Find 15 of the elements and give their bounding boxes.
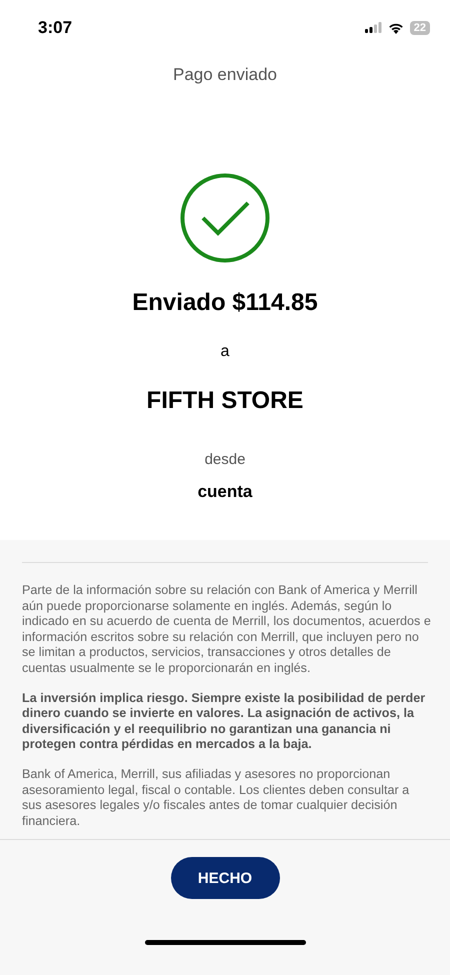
to-label: a [220,343,230,361]
wifi-icon [388,22,404,34]
disclosure-text: Parte de la información sobre su relación con Bank of America y Merrill aún puede proporcionarse solamente en inglés. Además, según lo indicado en su acuerdo de cuenta de Merrill, los documentos, acuerdos e información escritos sobre su relación con Merrill, que incluyen pero no se limitan a productos, servicios, transacciones y otros detalles de cuentas usualmente se le proporcionarán en inglés. [22,583,432,677]
done-button[interactable]: HECHO [170,857,280,899]
recipient-name: FIFTH STORE [146,387,304,415]
battery-indicator: 22 [410,20,430,34]
disclosure-text: La inversión implica riesgo. Siempre existe la posibilidad de perder dinero cuando se invierte en valores. La asignación de activos, la diversificación y el reequilibrio no garantizan una ganancia ni protegen contra pérdidas en mercados a la baja. [22,690,426,753]
status-time: 3:07 [38,18,72,38]
screen-title: Pago enviado [173,65,277,85]
signal-icon [364,22,382,33]
disclosure-text: Bank of America, Merrill, sus afiliadas y asesores no proporcionan asesoramiento legal, fiscal o contable. Los clientes deben consultar a sus asesores legales y/o fiscales antes de tomar cualquier decisión financiera. [22,766,410,830]
amount-sent: Enviado $114.85 [132,289,318,317]
from-label: desde [204,451,246,468]
checkmark-icon [180,173,270,263]
account-name: cuenta [198,482,252,502]
